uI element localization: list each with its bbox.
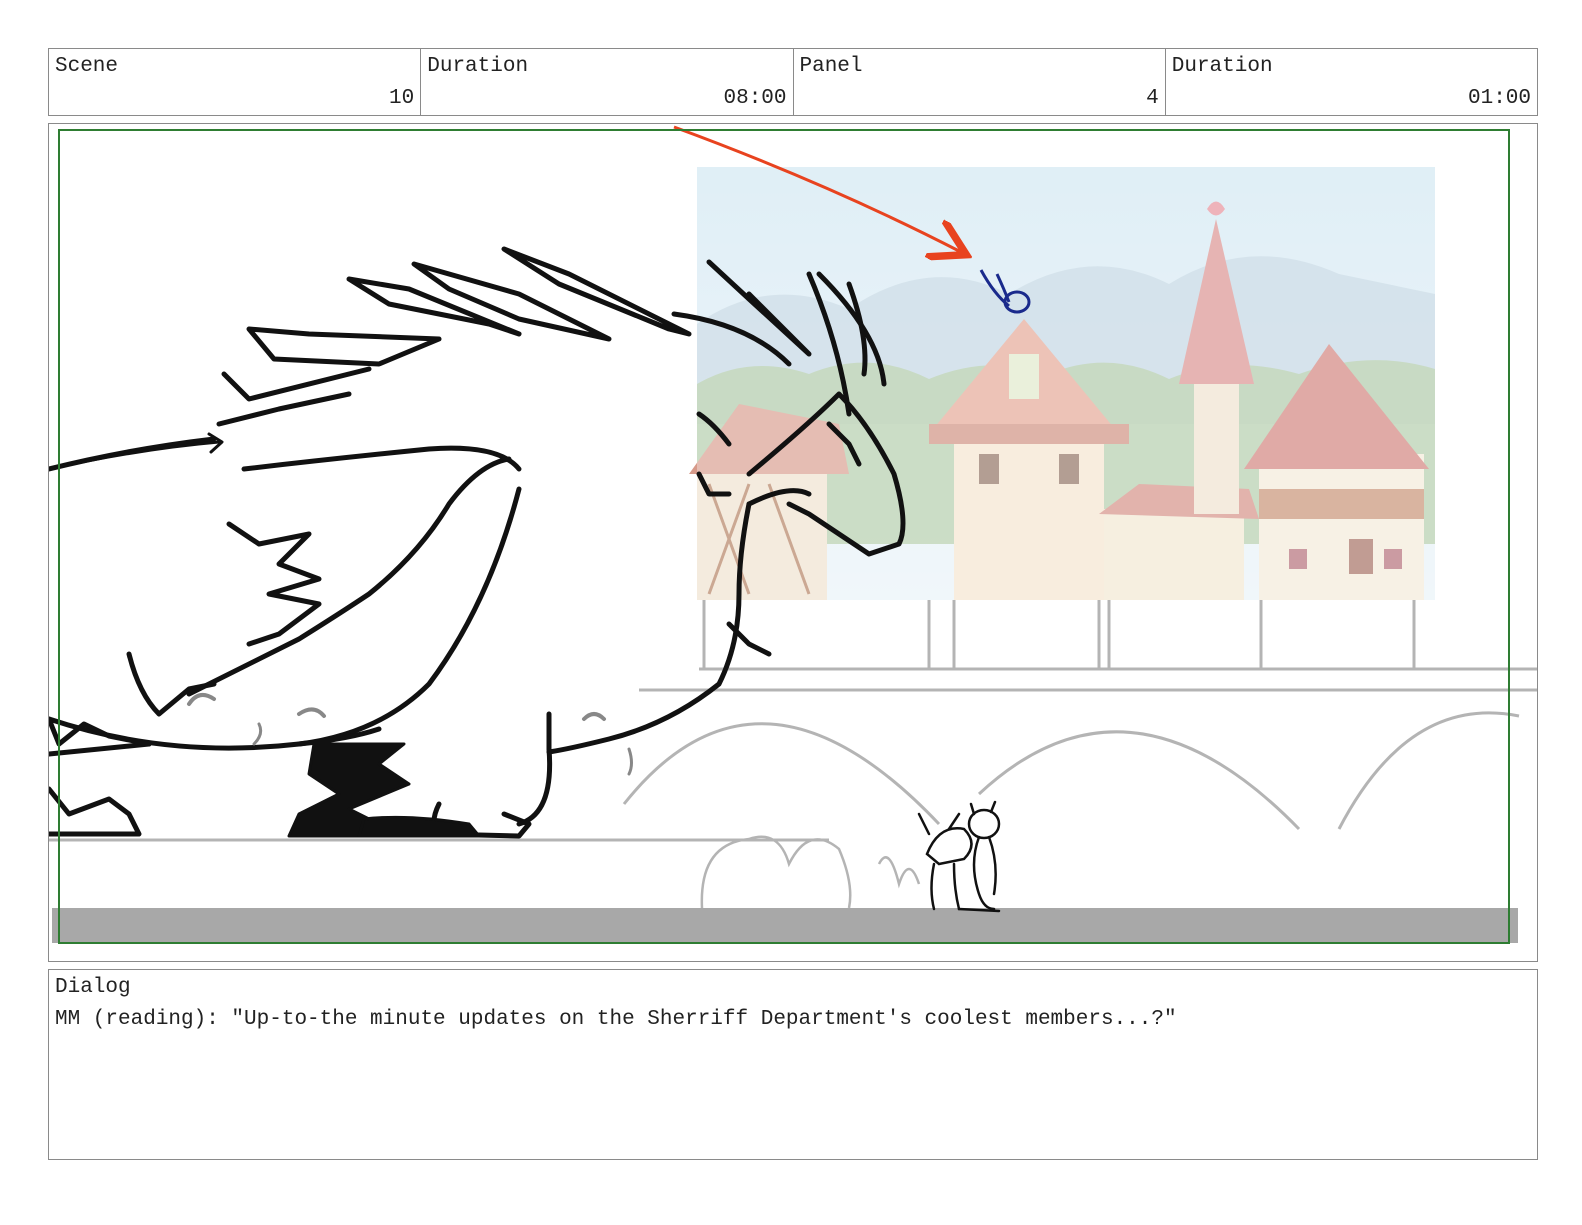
dialog-label: Dialog (55, 976, 131, 999)
scene-number: 10 (389, 87, 415, 110)
ground-bar (52, 908, 1518, 943)
bridge-sketch (49, 600, 1537, 909)
storyboard-panel (48, 123, 1538, 962)
scene-duration-cell: Duration 08:00 (421, 49, 794, 115)
town-background-image (689, 167, 1435, 600)
panel-duration-value: 01:00 (1467, 87, 1531, 110)
panel-cell: Panel 4 (794, 49, 1166, 115)
dialog-text: MM (reading): "Up-to-the minute updates … (55, 1008, 1177, 1031)
small-characters-sketch (917, 800, 1001, 913)
scene-cell: Scene 10 (49, 49, 422, 115)
panel-duration-cell: Duration 01:00 (1166, 49, 1537, 115)
scene-label: Scene (55, 55, 119, 78)
scene-duration-label: Duration (427, 55, 529, 78)
storyboard-drawing (49, 125, 1537, 944)
panel-header: Scene 10 Duration 08:00 Panel 4 Duration… (48, 48, 1538, 116)
dialog-box: Dialog MM (reading): "Up-to-the minute u… (48, 969, 1538, 1160)
panel-label: Panel (799, 55, 863, 78)
panel-duration-label: Duration (1171, 55, 1273, 78)
scene-duration-value: 08:00 (723, 87, 787, 110)
panel-number: 4 (1146, 87, 1159, 110)
